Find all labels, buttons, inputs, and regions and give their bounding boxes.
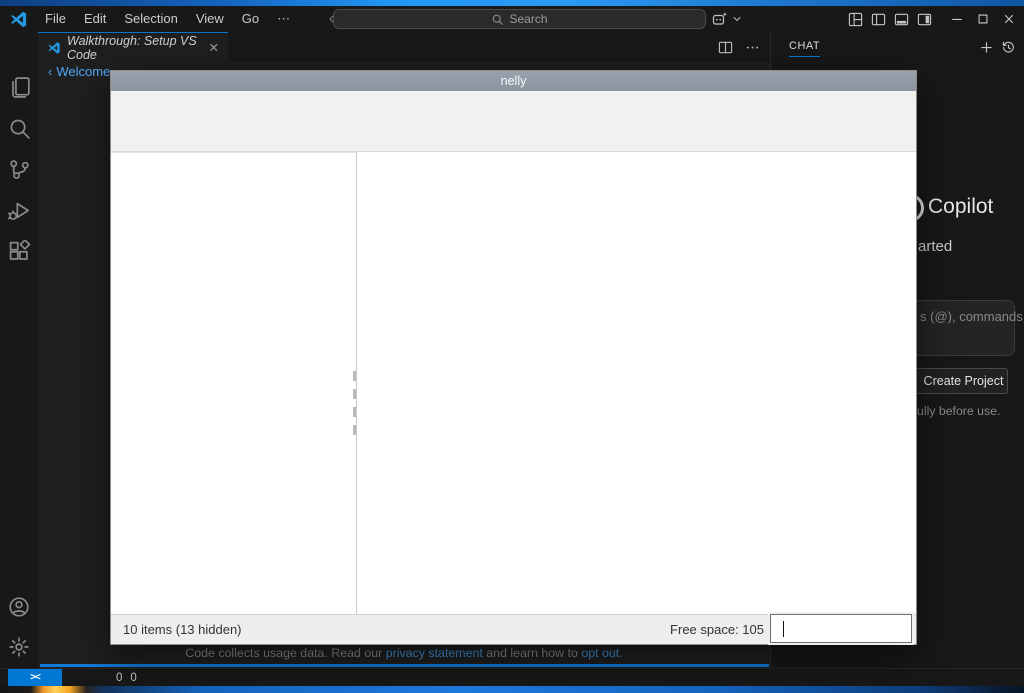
vscode-statusbar: >< 0 0: [0, 668, 1024, 686]
toggle-sidebar-left-icon[interactable]: [871, 12, 886, 27]
copilot-subtitle-fragment: arted: [918, 238, 953, 255]
fm-search-popup-input[interactable]: [770, 614, 912, 643]
tab-label: Walkthrough: Setup VS Code: [67, 33, 197, 62]
fm-item-count: 10 items (13 hidden): [123, 622, 242, 637]
pane-splitter[interactable]: [353, 371, 356, 441]
activitybar-extensions-icon[interactable]: [7, 239, 31, 263]
activitybar-settings-gear-icon[interactable]: [7, 635, 31, 659]
warning-count: 0: [130, 671, 137, 684]
customize-layout-icon[interactable]: [848, 12, 863, 27]
window-minimize-icon[interactable]: [944, 6, 970, 32]
fm-titlebar[interactable]: nelly: [111, 71, 916, 91]
chat-header-actions: [979, 32, 1016, 62]
text-caret: [783, 621, 784, 637]
search-placeholder: Search: [509, 12, 548, 26]
tab-close-icon[interactable]: ✕: [209, 40, 219, 55]
window-close-icon[interactable]: [996, 6, 1022, 32]
notification-text: .: [619, 646, 623, 660]
back-link-label: Welcome: [56, 64, 111, 79]
tab-walkthrough[interactable]: Walkthrough: Setup VS Code ✕: [38, 32, 228, 62]
error-count: 0: [116, 671, 123, 684]
activitybar-source-control-icon[interactable]: [7, 157, 31, 181]
fm-menubar: [111, 91, 916, 118]
more-icon[interactable]: [745, 40, 760, 55]
menu-view[interactable]: View: [187, 11, 233, 26]
fm-icon-view: [357, 152, 916, 615]
notification-text: Code collects usage data. Read our: [185, 646, 386, 660]
walkthrough-back-link[interactable]: ‹ Welcome: [48, 64, 110, 79]
activitybar-run-debug-icon[interactable]: [7, 198, 31, 222]
vscode-logo-icon: [9, 10, 28, 29]
notification-text: and learn how to: [482, 646, 582, 660]
fm-side-pane: [111, 152, 357, 615]
activity-bar: [0, 32, 38, 668]
chevron-left-icon: ‹: [48, 64, 53, 79]
divider: [111, 152, 356, 153]
vscode-titlebar: File Edit Selection View Go ⋯ Search: [0, 6, 1024, 32]
tab-bar: Walkthrough: Setup VS Code ✕: [38, 32, 770, 62]
fm-window-title: nelly: [500, 74, 527, 88]
fm-free-space: Free space: 105: [670, 622, 764, 637]
activitybar-search-icon[interactable]: [7, 116, 31, 140]
copilot-menu-button[interactable]: [712, 9, 743, 29]
window-controls: [944, 6, 1022, 32]
activitybar-explorer-icon[interactable]: [7, 75, 31, 99]
activitybar-account-icon[interactable]: [7, 595, 31, 619]
menu-file[interactable]: File: [36, 11, 75, 26]
tab-chat[interactable]: CHAT: [789, 40, 821, 57]
search-icon: [491, 13, 504, 26]
desktop-wallpaper-bottom: [0, 686, 1024, 693]
telemetry-notification: Code collects usage data. Read our priva…: [38, 646, 770, 660]
opt-out-link[interactable]: opt out: [581, 646, 619, 660]
ai-disclaimer-fragment: ully before use.: [917, 404, 1001, 418]
fm-toolbar: [111, 118, 916, 152]
layout-controls: [848, 6, 932, 32]
problems-indicator[interactable]: 0 0: [112, 669, 137, 686]
privacy-statement-link[interactable]: privacy statement: [386, 646, 483, 660]
copilot-title: Copilot: [928, 195, 994, 218]
menu-edit[interactable]: Edit: [75, 11, 115, 26]
menu-go[interactable]: Go: [233, 11, 268, 26]
menu-selection[interactable]: Selection: [115, 11, 186, 26]
split-editor-icon[interactable]: [718, 40, 733, 55]
window-maximize-icon[interactable]: [970, 6, 996, 32]
history-icon[interactable]: [1001, 40, 1016, 55]
file-manager-window: nelly 10 items (13 hidden) Free space: 1…: [110, 70, 917, 645]
create-project-button[interactable]: Create Project: [914, 368, 1008, 394]
editor-actions: [718, 32, 760, 62]
titlebar-menus: File Edit Selection View Go: [36, 9, 268, 29]
new-chat-icon[interactable]: [979, 40, 994, 55]
tab-vscode-icon: [47, 41, 61, 55]
toggle-panel-icon[interactable]: [894, 12, 909, 27]
more-menus-button[interactable]: ⋯: [268, 11, 299, 27]
chat-input-placeholder: s (@), commands: [920, 309, 1023, 324]
create-project-label: Create Project: [923, 374, 1004, 388]
toggle-sidebar-right-icon[interactable]: [917, 12, 932, 27]
remote-indicator[interactable]: ><: [8, 669, 62, 686]
command-center-search[interactable]: Search: [333, 9, 706, 29]
accent-progress-line: [40, 664, 769, 667]
